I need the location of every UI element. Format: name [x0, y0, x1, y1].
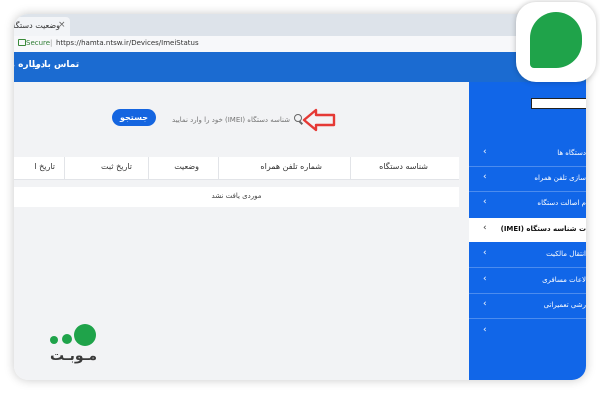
- sidebar-item-label: دستگاه ها: [557, 149, 586, 157]
- sidebar-item-traveler-info[interactable]: لاعات مسافری ›: [469, 269, 586, 293]
- table-header: شناسه دستگاه شماره تلفن همراه وضعیت تاری…: [14, 157, 459, 180]
- sidebar-item-imei-status[interactable]: ت شناسه دستگاه (IMEI) ›: [469, 218, 586, 242]
- sidebar-item-more[interactable]: ›: [469, 320, 586, 344]
- watermark-circle-icon: [74, 324, 96, 346]
- sidebar-item-devices[interactable]: دستگاه ها ›: [469, 142, 586, 166]
- chevron-right-icon: ›: [483, 197, 487, 207]
- column-header: تاریخ ا: [34, 162, 55, 171]
- brand-logo-icon: [530, 12, 582, 68]
- watermark-dot-icon: [62, 334, 72, 344]
- browser-tab[interactable]: وضعیت دستگاه ×: [14, 17, 70, 36]
- close-icon[interactable]: ×: [58, 20, 66, 30]
- chevron-right-icon: ›: [483, 223, 487, 233]
- column-header: تاریخ ثبت: [101, 162, 132, 171]
- red-arrow-icon: [302, 108, 336, 132]
- nav-contact-link[interactable]: تماس با ما: [32, 60, 79, 70]
- chevron-right-icon: ›: [483, 248, 487, 258]
- url-text[interactable]: https://hamta.ntsw.ir/Devices/ImeiStatus: [56, 39, 199, 47]
- empty-message: موردی یافت نشد: [211, 192, 262, 200]
- lock-icon: [18, 39, 26, 46]
- search-icon: [294, 114, 302, 122]
- sidebar-item-ownership-transfer[interactable]: انتقال مالکیت ›: [469, 243, 586, 267]
- brand-badge: [516, 2, 596, 82]
- sidebar-item-label: رشی تعمیراتی: [543, 301, 586, 309]
- sidebar-item-label: م اصالت دستگاه: [537, 199, 586, 207]
- sidebar-item-phone-activation[interactable]: سازی تلفن همراه ›: [469, 167, 586, 191]
- secure-label: Secure: [26, 39, 51, 47]
- top-navbar: درباره ما تماس با ما: [14, 52, 586, 82]
- watermark-logo: مـوبـت: [44, 318, 114, 368]
- sidebar-item-label: ت شناسه دستگاه (IMEI): [500, 225, 586, 233]
- column-header: شماره تلفن همراه: [260, 162, 322, 171]
- sidebar-item-label: انتقال مالکیت: [546, 250, 586, 258]
- chevron-right-icon: ›: [483, 147, 487, 157]
- chevron-right-icon: ›: [483, 299, 487, 309]
- search-box: [172, 112, 304, 128]
- sidebar: دستگاه ها › سازی تلفن همراه › م اصالت دس…: [469, 82, 586, 380]
- watermark-dot-icon: [50, 336, 58, 344]
- chevron-right-icon: ›: [483, 325, 487, 335]
- imei-search-input[interactable]: [172, 113, 290, 127]
- address-bar[interactable]: Secure | https://hamta.ntsw.ir/Devices/I…: [14, 36, 586, 53]
- tab-title: وضعیت دستگاه: [14, 21, 60, 30]
- chevron-right-icon: ›: [483, 172, 487, 182]
- sidebar-logo: [531, 98, 586, 109]
- empty-row: موردی یافت نشد: [14, 187, 459, 207]
- search-button[interactable]: جستجو: [112, 109, 156, 126]
- url-separator: |: [50, 39, 53, 47]
- watermark-text: مـوبـت: [50, 348, 98, 364]
- tab-bar: وضعیت دستگاه ×: [14, 14, 586, 36]
- chevron-right-icon: ›: [483, 274, 487, 284]
- sidebar-item-repair[interactable]: رشی تعمیراتی ›: [469, 294, 586, 318]
- column-header: شناسه دستگاه: [379, 162, 428, 171]
- sidebar-item-label: لاعات مسافری: [542, 276, 586, 284]
- column-header: وضعیت: [174, 162, 199, 171]
- sidebar-item-label: سازی تلفن همراه: [534, 174, 586, 182]
- sidebar-item-device-authenticity[interactable]: م اصالت دستگاه ›: [469, 192, 586, 216]
